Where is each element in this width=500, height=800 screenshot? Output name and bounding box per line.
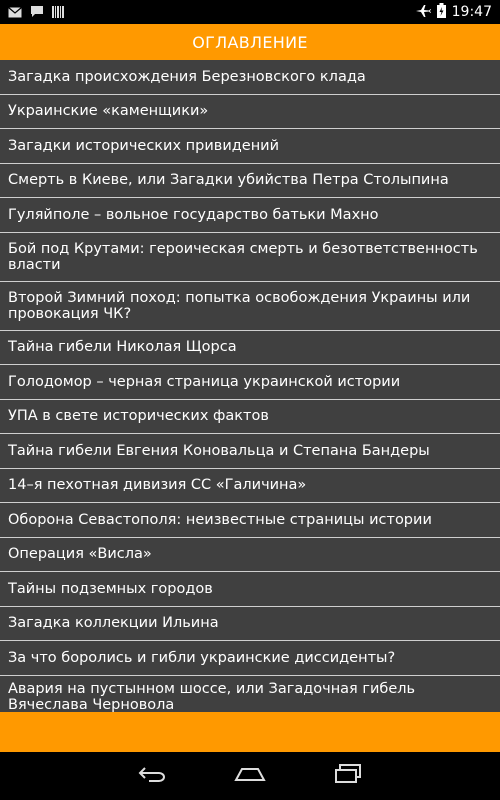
battery-charging-icon — [436, 2, 446, 22]
toc-item-label: Операция «Висла» — [8, 546, 152, 563]
toc-item-15[interactable]: Тайны подземных городов — [0, 572, 500, 607]
recent-apps-icon — [333, 764, 363, 788]
toc-item-label: Украинские «каменщики» — [8, 103, 209, 120]
toc-item-label: Голодомор – черная страница украинской и… — [8, 373, 401, 390]
toc-item-label: Бой под Крутами: героическая смерть и бе… — [8, 240, 478, 273]
toc-item-label: За что боролись и гибли украинские дисси… — [8, 649, 396, 666]
toc-item-16[interactable]: Загадка коллекции Ильина — [0, 607, 500, 641]
airplane-mode-icon — [415, 3, 431, 22]
toc-item-label: Тайна гибели Евгения Коновальца и Степан… — [8, 442, 430, 459]
email-icon — [8, 3, 22, 22]
toc-item-label: Авария на пустынном шоссе, или Загадочна… — [8, 680, 416, 713]
system-icons: 19:47 — [415, 2, 492, 22]
toc-item-label: Тайна гибели Николая Щорса — [8, 339, 237, 356]
toc-item-label: Гуляйполе – вольное государство батьки М… — [8, 206, 379, 223]
toc-item-13[interactable]: Оборона Севастополя: неизвестные страниц… — [0, 503, 500, 538]
toc-item-6[interactable]: Бой под Крутами: героическая смерть и бе… — [0, 233, 500, 282]
home-button[interactable] — [230, 761, 270, 791]
toc-item-label: 14–я пехотная дивизия СС «Галичина» — [8, 477, 307, 494]
toc-item-8[interactable]: Тайна гибели Николая Щорса — [0, 331, 500, 365]
toc-item-label: Загадки исторических привидений — [8, 137, 280, 154]
toc-item-label: Смерть в Киеве, или Загадки убийства Пет… — [8, 172, 449, 189]
app-header: ОГЛАВЛЕНИЕ — [0, 24, 500, 60]
toc-list[interactable]: Загадка происхождения Березновского клад… — [0, 60, 500, 712]
toc-item-5[interactable]: Гуляйполе – вольное государство батьки М… — [0, 198, 500, 233]
toc-item-label: Загадка коллекции Ильина — [8, 615, 219, 632]
toc-item-label: УПА в свете исторических фактов — [8, 408, 269, 425]
toc-item-label: Второй Зимний поход: попытка освобождени… — [8, 289, 471, 322]
toc-item-11[interactable]: Тайна гибели Евгения Коновальца и Степан… — [0, 434, 500, 469]
recent-apps-button[interactable] — [328, 761, 368, 791]
toc-item-label: Оборона Севастополя: неизвестные страниц… — [8, 511, 432, 528]
toc-item-label: Загадка происхождения Березновского клад… — [8, 68, 366, 85]
back-button[interactable] — [132, 761, 172, 791]
barcode-icon — [52, 3, 64, 22]
toc-item-4[interactable]: Смерть в Киеве, или Загадки убийства Пет… — [0, 164, 500, 198]
toc-item-7[interactable]: Второй Зимний поход: попытка освобождени… — [0, 282, 500, 331]
back-icon — [137, 765, 167, 787]
toc-item-14[interactable]: Операция «Висла» — [0, 538, 500, 572]
home-icon — [234, 766, 266, 786]
page-title: ОГЛАВЛЕНИЕ — [192, 32, 308, 52]
toc-item-17[interactable]: За что боролись и гибли украинские дисси… — [0, 641, 500, 676]
toc-item-3[interactable]: Загадки исторических привидений — [0, 129, 500, 164]
toc-item-18[interactable]: Авария на пустынном шоссе, или Загадочна… — [0, 676, 500, 713]
toc-item-10[interactable]: УПА в свете исторических фактов — [0, 400, 500, 434]
notification-icons — [8, 3, 64, 22]
navigation-bar — [0, 752, 500, 800]
toc-item-2[interactable]: Украинские «каменщики» — [0, 95, 500, 129]
clock-time: 19:47 — [451, 4, 492, 20]
toc-item-label: Тайны подземных городов — [8, 580, 213, 597]
chat-icon — [30, 3, 44, 22]
toc-item-9[interactable]: Голодомор – черная страница украинской и… — [0, 365, 500, 400]
status-bar: 19:47 — [0, 0, 500, 24]
footer-bar — [0, 712, 500, 752]
toc-item-12[interactable]: 14–я пехотная дивизия СС «Галичина» — [0, 469, 500, 503]
toc-item-1[interactable]: Загадка происхождения Березновского клад… — [0, 60, 500, 95]
